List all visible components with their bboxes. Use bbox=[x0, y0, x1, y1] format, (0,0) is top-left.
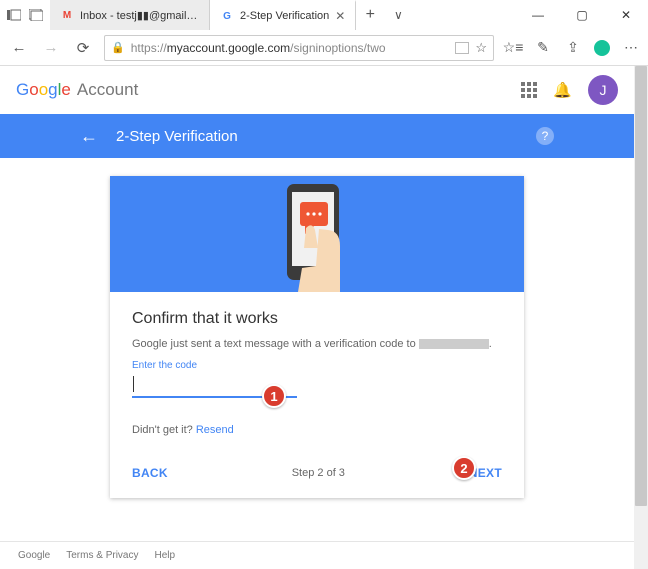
avatar[interactable]: J bbox=[588, 75, 618, 105]
card-illustration bbox=[110, 176, 524, 292]
extension-icon[interactable] bbox=[594, 40, 610, 56]
tab-actions-icon[interactable]: ∨ bbox=[384, 0, 412, 30]
redacted-phone bbox=[419, 339, 489, 349]
reading-view-icon[interactable] bbox=[455, 42, 469, 54]
tab-label: Inbox - testj▮▮@gmail.co bbox=[80, 9, 199, 22]
gmail-favicon: M bbox=[60, 8, 74, 22]
footer-google-link[interactable]: Google bbox=[18, 550, 50, 561]
lock-icon: 🔒 bbox=[111, 41, 125, 54]
close-tab-icon[interactable]: ✕ bbox=[335, 9, 345, 23]
verification-card: Confirm that it works Google just sent a… bbox=[110, 176, 524, 498]
step-indicator: Step 2 of 3 bbox=[168, 467, 469, 479]
tab-label: 2-Step Verification bbox=[240, 10, 329, 22]
card-description: Google just sent a text message with a v… bbox=[132, 338, 502, 350]
nav-refresh-button[interactable]: ⟳ bbox=[72, 37, 94, 59]
account-label: Account bbox=[77, 80, 138, 100]
google-account-logo[interactable]: Google Account bbox=[16, 80, 138, 100]
google-logo: Google bbox=[16, 80, 71, 100]
notes-icon[interactable]: ✎ bbox=[534, 39, 552, 57]
card-title: Confirm that it works bbox=[132, 310, 502, 328]
scrollbar[interactable] bbox=[634, 66, 648, 569]
notifications-icon[interactable]: 🔔 bbox=[553, 81, 572, 99]
share-icon[interactable]: ⇪ bbox=[564, 39, 582, 57]
tab-aside-icon[interactable] bbox=[6, 7, 22, 23]
page-content: Google Account 🔔 J ← 2-Step Verification… bbox=[0, 66, 648, 569]
nav-forward-button: → bbox=[40, 37, 62, 59]
google-favicon: G bbox=[220, 9, 234, 23]
tab-list-icon[interactable] bbox=[28, 7, 44, 23]
page-bluebar: ← 2-Step Verification ? bbox=[0, 114, 634, 158]
bluebar-back-icon[interactable]: ← bbox=[80, 126, 98, 147]
help-icon[interactable]: ? bbox=[536, 127, 554, 145]
page-footer: Google Terms & Privacy Help bbox=[0, 541, 634, 569]
url-field[interactable]: 🔒 https://myaccount.google.com/signinopt… bbox=[104, 35, 494, 61]
address-bar: ← → ⟳ 🔒 https://myaccount.google.com/sig… bbox=[0, 30, 648, 66]
code-field-label: Enter the code bbox=[132, 360, 502, 371]
tab-strip: M Inbox - testj▮▮@gmail.co G 2-Step Veri… bbox=[50, 0, 516, 30]
new-tab-button[interactable]: + bbox=[356, 0, 384, 30]
annotation-marker-1: 1 bbox=[262, 384, 286, 408]
favorite-icon[interactable]: ☆ bbox=[475, 40, 487, 56]
resend-row: Didn't get it? Resend bbox=[132, 424, 502, 436]
apps-icon[interactable] bbox=[521, 82, 537, 98]
close-window-button[interactable]: ✕ bbox=[604, 0, 648, 30]
url-text: https://myaccount.google.com/signinoptio… bbox=[131, 41, 450, 55]
minimize-button[interactable]: — bbox=[516, 0, 560, 30]
footer-terms-link[interactable]: Terms & Privacy bbox=[66, 550, 138, 561]
nav-back-button[interactable]: ← bbox=[8, 37, 30, 59]
back-button[interactable]: BACK bbox=[132, 466, 168, 480]
scrollbar-thumb[interactable] bbox=[635, 66, 647, 506]
footer-help-link[interactable]: Help bbox=[154, 550, 175, 561]
window-titlebar: M Inbox - testj▮▮@gmail.co G 2-Step Veri… bbox=[0, 0, 648, 30]
maximize-button[interactable]: ▢ bbox=[560, 0, 604, 30]
bluebar-title: 2-Step Verification bbox=[116, 128, 238, 145]
google-header: Google Account 🔔 J bbox=[0, 66, 634, 114]
tab-gmail-inbox[interactable]: M Inbox - testj▮▮@gmail.co bbox=[50, 0, 210, 30]
annotation-marker-2: 2 bbox=[452, 456, 476, 480]
favorites-hub-icon[interactable]: ☆≡ bbox=[504, 39, 522, 57]
more-icon[interactable]: ⋯ bbox=[622, 39, 640, 57]
tab-2sv[interactable]: G 2-Step Verification ✕ bbox=[210, 0, 356, 30]
resend-link[interactable]: Resend bbox=[196, 424, 234, 436]
